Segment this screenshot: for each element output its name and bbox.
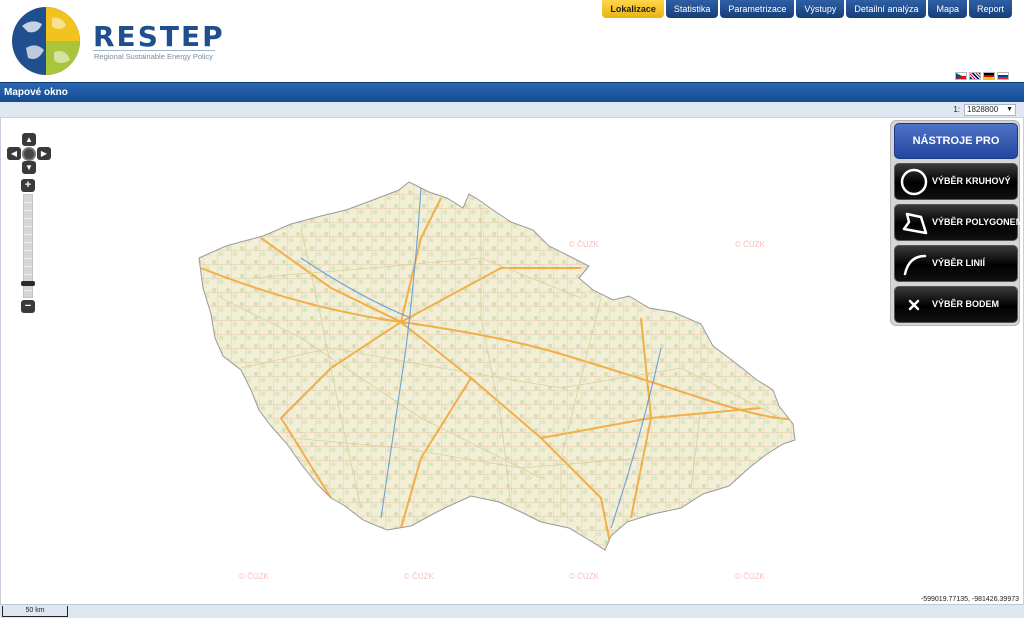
zoom-out-button[interactable]: −: [21, 300, 35, 313]
globe-icon[interactable]: [22, 147, 36, 161]
country-map: [198, 181, 796, 551]
nav-vystupy[interactable]: Výstupy: [796, 0, 845, 18]
polygon-select-button[interactable]: VÝBĚR POLYGONEM: [894, 204, 1023, 241]
pan-up-icon[interactable]: ▲: [22, 133, 36, 146]
circle-select-button[interactable]: VÝBĚR KRUHOVÝ: [894, 163, 1018, 200]
brand-divider: [93, 50, 215, 51]
de-flag-icon[interactable]: [983, 72, 995, 80]
gb-flag-icon[interactable]: [969, 72, 981, 80]
point-select-label: VÝBĚR BODEM: [932, 299, 1000, 309]
map-canvas[interactable]: © ČÚZK © ČÚZK © ČÚZK © ČÚZK © ČÚZK © ČÚZ…: [0, 118, 1024, 604]
cursor-coordinates: -599019.77135, -981426.39973: [920, 596, 1019, 603]
selection-tools-panel: NÁSTROJE PRO VÝBĚR VÝBĚR KRUHOVÝ VÝBĚR P…: [890, 120, 1023, 326]
nav-detailni-analyza[interactable]: Detailní analýza: [846, 0, 927, 18]
zoom-slider-handle[interactable]: [21, 281, 35, 286]
circle-icon: [900, 168, 928, 196]
chevron-down-icon: ▼: [1006, 106, 1013, 113]
language-switcher: [955, 72, 1009, 80]
polygon-select-label: VÝBĚR POLYGONEM: [932, 217, 1024, 227]
map-window-title: Mapové okno: [4, 87, 68, 98]
point-select-button[interactable]: VÝBĚR BODEM: [894, 286, 1018, 323]
app-root: RESTEP Regional Sustainable Energy Polic…: [0, 0, 1024, 618]
polygon-icon: [902, 212, 928, 235]
scale-select[interactable]: 1828800 ▼: [964, 104, 1016, 116]
nav-parametrizace[interactable]: Parametrizace: [720, 0, 795, 18]
line-select-label: VÝBĚR LINIÍ: [932, 258, 986, 268]
zoom-in-button[interactable]: +: [21, 179, 35, 192]
pan-control: ▲ ◀ ▶ ▼: [7, 133, 51, 175]
circle-select-label: VÝBĚR KRUHOVÝ: [932, 176, 1011, 186]
pan-right-icon[interactable]: ▶: [37, 147, 51, 160]
brand-subtitle: Regional Sustainable Energy Policy: [94, 52, 213, 61]
main-nav: Lokalizace Statistika Parametrizace Výst…: [602, 0, 1012, 18]
restep-logo-icon: [12, 7, 80, 75]
nav-mapa[interactable]: Mapa: [928, 0, 967, 18]
line-select-button[interactable]: VÝBĚR LINIÍ: [894, 245, 1018, 282]
header: RESTEP Regional Sustainable Energy Polic…: [0, 0, 1024, 82]
pan-left-icon[interactable]: ◀: [7, 147, 21, 160]
nav-report[interactable]: Report: [968, 0, 1012, 18]
nav-statistika[interactable]: Statistika: [665, 0, 719, 18]
scale-ruler: 50 km: [2, 606, 68, 617]
scale-toolbar: 1: 1828800 ▼: [0, 102, 1024, 118]
map-window-titlebar: Mapové okno: [0, 82, 1024, 102]
cz-flag-icon[interactable]: [955, 72, 967, 80]
scale-prefix: 1:: [953, 105, 960, 114]
scale-value: 1828800: [967, 105, 999, 114]
selection-tools-title: NÁSTROJE PRO VÝBĚR: [894, 123, 1018, 181]
nav-lokalizace[interactable]: Lokalizace: [602, 0, 664, 18]
brand-title: RESTEP: [93, 20, 225, 53]
ru-flag-icon[interactable]: [997, 72, 1009, 80]
map-footer: 50 km: [0, 604, 1024, 618]
line-icon: [903, 254, 927, 276]
pan-down-icon[interactable]: ▼: [22, 161, 36, 174]
point-icon: [908, 299, 920, 311]
